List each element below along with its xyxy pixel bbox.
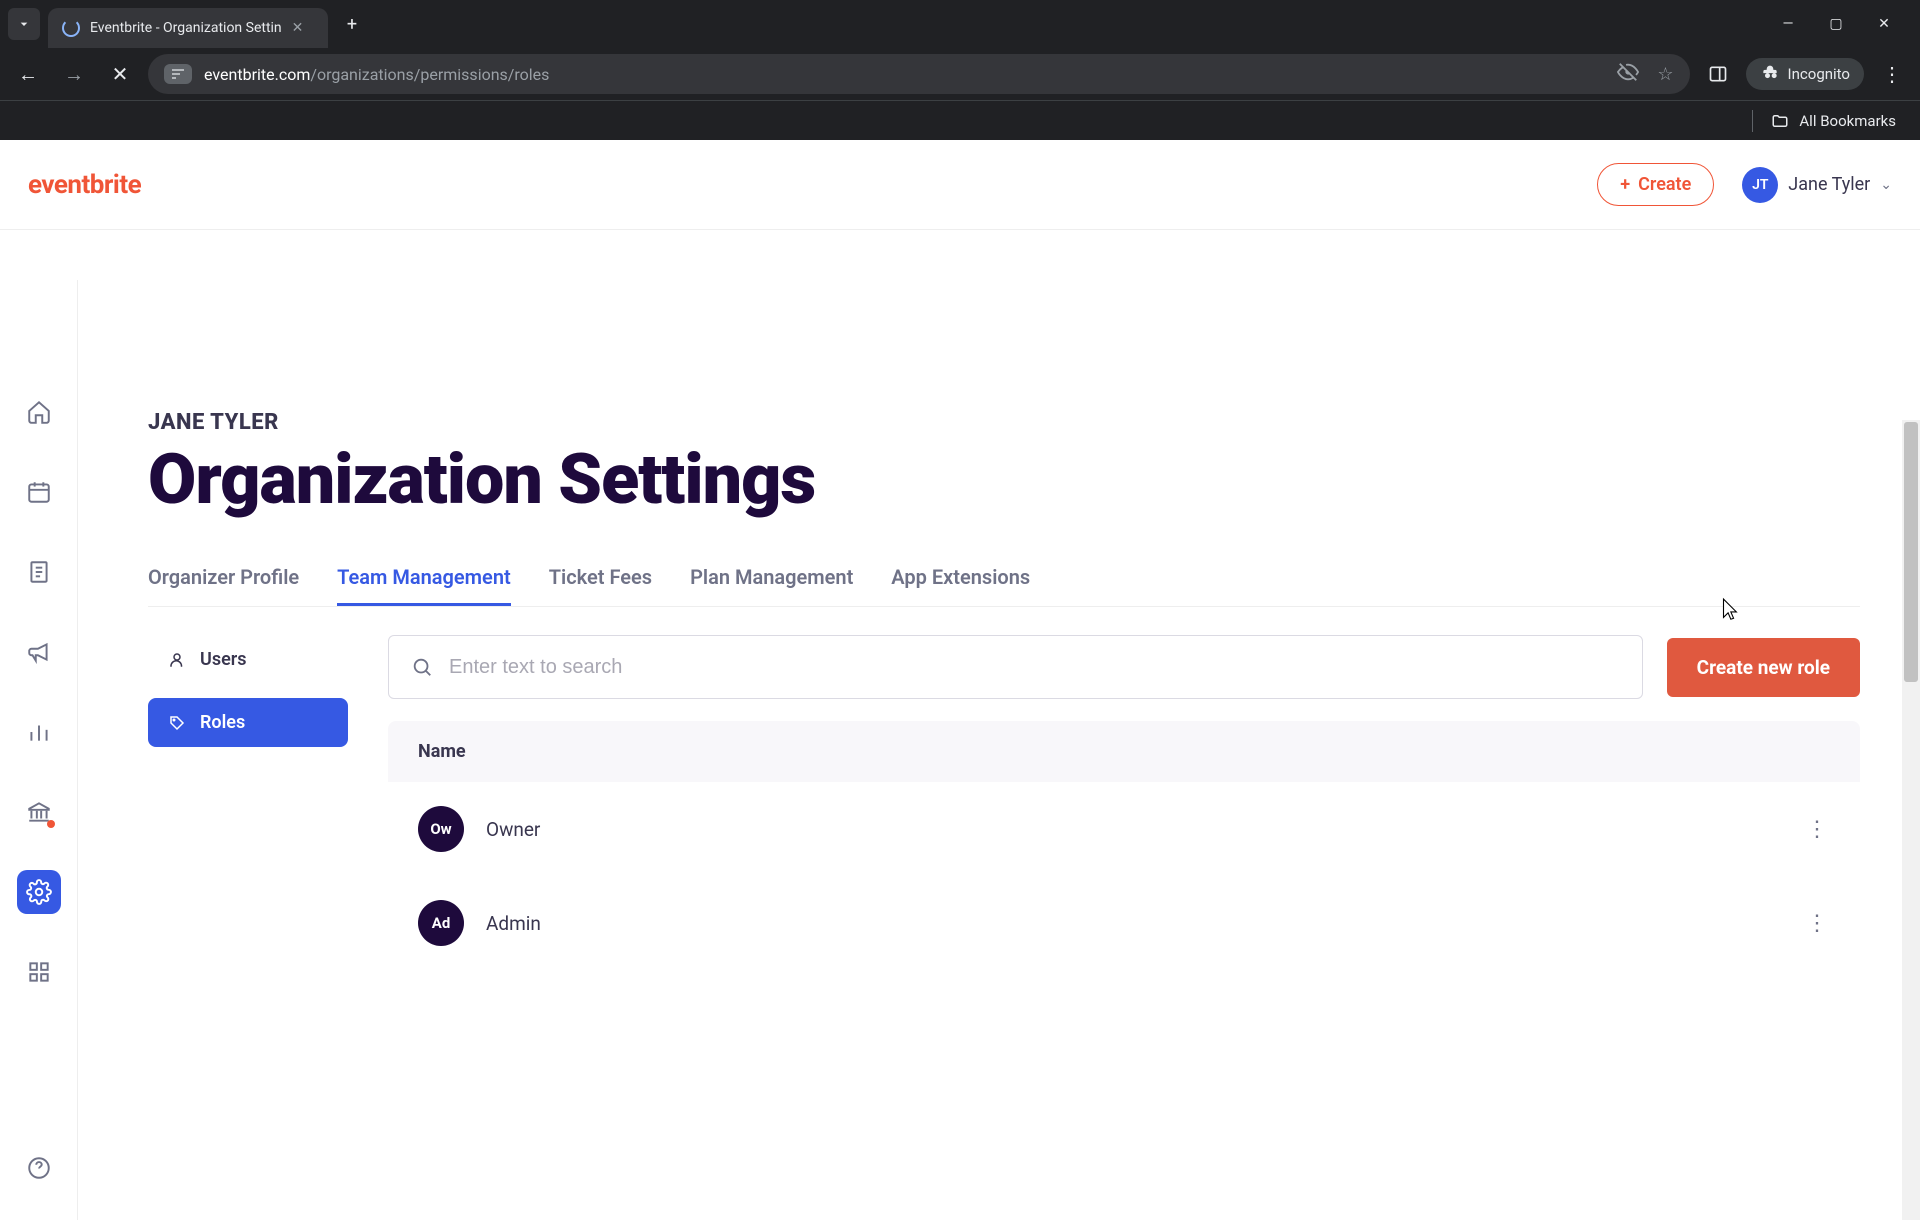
row-actions-menu[interactable]: ⋮ [1806,911,1830,936]
sidebar-finance[interactable] [17,790,61,834]
url-text: eventbrite.com/organizations/permissions… [204,65,549,84]
megaphone-icon [26,639,52,665]
subnav-roles[interactable]: Roles [148,698,348,747]
search-box[interactable] [388,635,1643,699]
row-actions-menu[interactable]: ⋮ [1806,817,1830,842]
user-name: Jane Tyler [1788,174,1870,195]
chart-icon [26,719,52,745]
tab-title: Eventbrite - Organization Settin [90,20,282,36]
eventbrite-logo[interactable]: eventbrite [28,170,141,200]
help-icon [26,1155,52,1181]
user-icon [168,651,186,669]
browser-tab[interactable]: Eventbrite - Organization Settin ✕ [48,8,328,48]
notification-dot [47,820,55,828]
sidebar-apps[interactable] [17,950,61,994]
sidebar-help[interactable] [17,1146,61,1190]
search-input[interactable] [449,656,1620,679]
user-menu[interactable]: JT Jane Tyler ⌄ [1742,167,1892,203]
table-row: Ow Owner ⋮ [388,782,1860,876]
home-icon [26,399,52,425]
sidebar-reports[interactable] [17,710,61,754]
tab-organizer-profile[interactable]: Organizer Profile [148,551,299,606]
sidebar [0,280,78,1220]
maximize-button[interactable]: ▢ [1826,16,1846,32]
minimize-button[interactable]: ― [1778,16,1798,32]
all-bookmarks-link[interactable]: All Bookmarks [1799,112,1896,130]
address-row: ← → ✕ eventbrite.com/organizations/permi… [0,48,1920,100]
sidebar-settings[interactable] [17,870,61,914]
back-button[interactable]: ← [10,56,46,92]
separator [1752,110,1753,132]
tab-app-extensions[interactable]: App Extensions [891,551,1030,606]
site-settings-icon[interactable] [164,64,192,84]
document-icon [26,559,52,585]
tab-plan-management[interactable]: Plan Management [690,551,853,606]
forward-button: → [56,56,92,92]
page-title: Organization Settings [148,439,1860,521]
role-avatar: Ow [418,806,464,852]
new-tab-button[interactable]: + [336,8,368,40]
app-body: JANE TYLER Organization Settings Organiz… [0,280,1920,1220]
role-name: Owner [486,818,540,841]
sidebar-home[interactable] [17,390,61,434]
main-content: JANE TYLER Organization Settings Organiz… [78,280,1920,1220]
calendar-icon [26,479,52,505]
table-row: Ad Admin ⋮ [388,876,1860,970]
role-name: Admin [486,912,541,935]
stop-reload-button[interactable]: ✕ [102,56,138,92]
side-panel-icon[interactable] [1700,56,1736,92]
tab-ticket-fees[interactable]: Ticket Fees [549,551,652,606]
subnav-users[interactable]: Users [148,635,348,684]
grid-icon [26,959,52,985]
address-bar[interactable]: eventbrite.com/organizations/permissions… [148,54,1690,94]
search-icon [411,656,433,678]
app-topbar: eventbrite + Create JT Jane Tyler ⌄ [0,140,1920,230]
sidebar-marketing[interactable] [17,630,61,674]
column-name: Name [418,741,466,762]
org-name: JANE TYLER [148,410,1860,435]
sidebar-orders[interactable] [17,550,61,594]
sidebar-events[interactable] [17,470,61,514]
user-avatar: JT [1742,167,1778,203]
tab-search-dropdown[interactable] [8,8,40,40]
create-button[interactable]: + Create [1597,163,1714,206]
tab-strip: Eventbrite - Organization Settin ✕ + ― ▢… [0,0,1920,48]
browser-chrome: Eventbrite - Organization Settin ✕ + ― ▢… [0,0,1920,140]
bookmarks-bar: All Bookmarks [0,100,1920,140]
gear-icon [26,879,52,905]
incognito-indicator[interactable]: Incognito [1746,58,1864,90]
folder-icon [1771,112,1789,130]
loading-spinner-icon [62,19,80,37]
table-header: Name [388,721,1860,782]
role-avatar: Ad [418,900,464,946]
window-controls: ― ▢ ✕ [1778,16,1912,32]
team-layout: Users Roles Create new role Name [148,635,1860,970]
close-tab-icon[interactable]: ✕ [292,20,304,36]
search-row: Create new role [388,635,1860,699]
tag-icon [168,714,186,732]
bookmark-star-icon[interactable]: ☆ [1657,64,1673,85]
scrollbar-thumb[interactable] [1904,422,1918,682]
tab-team-management[interactable]: Team Management [337,551,511,606]
close-window-button[interactable]: ✕ [1874,16,1894,32]
roles-content: Create new role Name Ow Owner ⋮ Ad Admin… [388,635,1860,970]
settings-tabs: Organizer Profile Team Management Ticket… [148,551,1860,607]
plus-icon: + [1620,174,1630,195]
scrollbar[interactable] [1902,420,1920,1220]
browser-menu-icon[interactable]: ⋮ [1874,56,1910,92]
chevron-down-icon: ⌄ [1880,177,1892,193]
team-subnav: Users Roles [148,635,348,970]
hide-extension-icon[interactable] [1617,61,1639,88]
create-new-role-button[interactable]: Create new role [1667,638,1860,697]
